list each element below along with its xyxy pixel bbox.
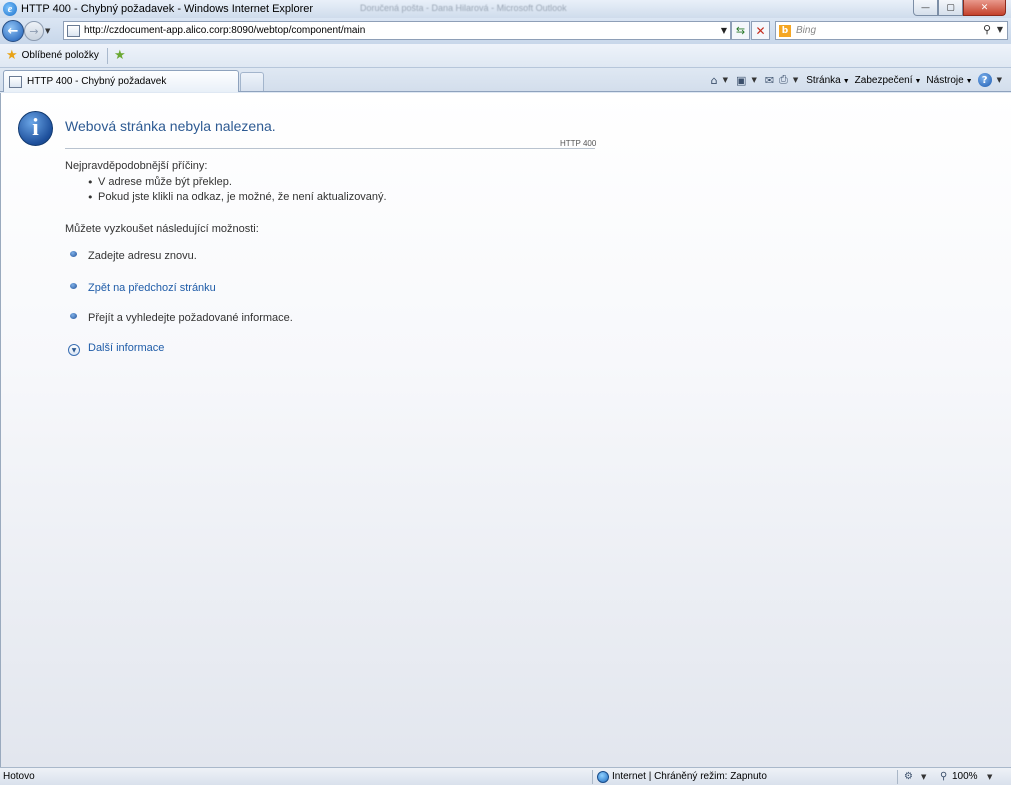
stop-button[interactable]: ✕ bbox=[751, 21, 770, 40]
forward-arrow-icon: → bbox=[29, 24, 39, 38]
favorites-button[interactable]: Oblíbené položky bbox=[22, 50, 99, 61]
internet-explorer-icon: e bbox=[3, 2, 17, 16]
window-controls: — ▢ ✕ bbox=[913, 0, 1006, 16]
title-divider bbox=[65, 148, 595, 149]
back-button[interactable]: ← bbox=[2, 20, 24, 42]
refresh-icon: ⇆ bbox=[735, 24, 746, 37]
refresh-button[interactable]: ⇆ bbox=[731, 21, 750, 40]
status-bar: Hotovo Internet | Chráněný režim: Zapnut… bbox=[0, 767, 1011, 785]
recent-pages-dropdown-icon[interactable]: ▼ bbox=[45, 27, 50, 35]
print-dropdown-icon[interactable]: ▼ bbox=[793, 76, 798, 84]
address-bar[interactable]: http://czdocument-app.alico.corp:8090/we… bbox=[63, 21, 731, 40]
feeds-dropdown-icon[interactable]: ▼ bbox=[751, 76, 756, 84]
mail-icon[interactable]: ✉ bbox=[765, 74, 774, 87]
tab-row: HTTP 400 - Chybný požadavek ⌂ ▼ ▣ ▼ ✉ ⎙ … bbox=[0, 68, 1011, 92]
tools-menu[interactable]: Nástroje ▼ bbox=[926, 75, 972, 86]
help-icon[interactable]: ? bbox=[977, 73, 992, 87]
status-text: Hotovo bbox=[3, 771, 35, 782]
bullet-dot-icon bbox=[70, 251, 77, 257]
address-input[interactable]: http://czdocument-app.alico.corp:8090/we… bbox=[84, 25, 365, 36]
new-tab-button[interactable] bbox=[240, 72, 264, 91]
tab-label: HTTP 400 - Chybný požadavek bbox=[27, 76, 167, 87]
search-box[interactable]: b Bing ⚲ ▼ bbox=[775, 21, 1008, 40]
rss-feed-icon[interactable]: ▣ bbox=[736, 74, 746, 87]
tab-http-400[interactable]: HTTP 400 - Chybný požadavek bbox=[3, 70, 239, 92]
page-title: Webová stránka nebyla nalezena. bbox=[65, 118, 276, 134]
chevron-down-icon: ▼ bbox=[842, 77, 850, 85]
bullet-icon: • bbox=[87, 176, 94, 189]
information-icon: i bbox=[18, 111, 53, 146]
tools-menu-label: Nástroje bbox=[926, 74, 964, 86]
chevron-down-icon: ▼ bbox=[965, 77, 973, 85]
http-status-code: HTTP 400 bbox=[560, 139, 597, 148]
tab-page-icon bbox=[9, 75, 22, 88]
page-icon bbox=[67, 24, 80, 37]
favorites-bar: ★ Oblíbené položky ★ bbox=[0, 44, 1011, 68]
zoom-dropdown-icon[interactable]: ▼ bbox=[987, 773, 992, 781]
bing-icon: b bbox=[779, 24, 791, 37]
home-icon[interactable]: ⌂ bbox=[711, 74, 718, 87]
forward-button[interactable]: → bbox=[24, 21, 44, 41]
zoom-level[interactable]: 100% bbox=[952, 771, 978, 782]
cause-item: V adrese může být překlep. bbox=[98, 176, 232, 188]
chevron-down-icon: ▼ bbox=[914, 77, 922, 85]
page-menu[interactable]: Stránka ▼ bbox=[806, 75, 849, 86]
stop-icon: ✕ bbox=[755, 23, 766, 38]
more-info-link[interactable]: Další informace bbox=[88, 342, 164, 354]
bullet-dot-icon bbox=[70, 313, 77, 319]
status-divider bbox=[592, 770, 593, 784]
page-content: i Webová stránka nebyla nalezena. HTTP 4… bbox=[0, 93, 1011, 767]
close-button[interactable]: ✕ bbox=[963, 0, 1006, 16]
status-divider bbox=[897, 770, 898, 784]
favorites-star-icon[interactable]: ★ bbox=[6, 48, 18, 63]
go-back-link[interactable]: Zpět na předchozí stránku bbox=[88, 282, 216, 294]
page-menu-label: Stránka bbox=[806, 74, 841, 86]
home-dropdown-icon[interactable]: ▼ bbox=[723, 76, 728, 84]
favorites-divider bbox=[106, 47, 108, 64]
search-input[interactable]: Bing bbox=[796, 25, 816, 36]
maximize-button[interactable]: ▢ bbox=[938, 0, 963, 16]
back-arrow-icon: ← bbox=[7, 23, 19, 39]
popup-dropdown-icon[interactable]: ▼ bbox=[921, 773, 926, 781]
option-search: Přejít a vyhledejte požadované informace… bbox=[88, 312, 293, 324]
background-window-title: Doručená pošta - Dana Hilarová - Microso… bbox=[360, 3, 567, 13]
search-icon[interactable]: ⚲ bbox=[983, 23, 991, 36]
window-title: HTTP 400 - Chybný požadavek - Windows In… bbox=[21, 3, 314, 15]
bullet-icon: • bbox=[87, 191, 94, 204]
help-dropdown-icon[interactable]: ▼ bbox=[997, 76, 1002, 84]
title-bar: e HTTP 400 - Chybný požadavek - Windows … bbox=[0, 0, 1011, 18]
safety-menu-label: Zabezpečení bbox=[854, 74, 913, 86]
causes-heading: Nejpravděpodobnější příčiny: bbox=[65, 160, 208, 172]
globe-icon bbox=[597, 771, 609, 783]
popup-blocker-icon[interactable]: ⚙ bbox=[904, 771, 913, 782]
minimize-button[interactable]: — bbox=[913, 0, 938, 16]
address-row: ← → ▼ http://czdocument-app.alico.corp:8… bbox=[0, 18, 1011, 44]
security-zone[interactable]: Internet | Chráněný režim: Zapnuto bbox=[612, 771, 767, 782]
address-dropdown-icon[interactable]: ▼ bbox=[721, 26, 727, 35]
zoom-icon[interactable]: ⚲ bbox=[940, 771, 947, 782]
safety-menu[interactable]: Zabezpečení ▼ bbox=[855, 75, 922, 86]
search-dropdown-icon[interactable]: ▼ bbox=[997, 25, 1003, 34]
print-icon[interactable]: ⎙ bbox=[779, 73, 788, 87]
cause-item: Pokud jste klikli na odkaz, je možné, že… bbox=[98, 191, 387, 203]
options-heading: Můžete vyzkoušet následující možnosti: bbox=[65, 223, 259, 235]
option-retype-address: Zadejte adresu znovu. bbox=[88, 250, 197, 262]
bullet-dot-icon bbox=[70, 283, 77, 289]
command-bar: ⌂ ▼ ▣ ▼ ✉ ⎙ ▼ Stránka ▼ Zabezpečení ▼ Nást… bbox=[711, 71, 1005, 89]
expand-chevron-icon[interactable]: ▼ bbox=[68, 344, 80, 356]
add-to-favorites-bar-icon[interactable]: ★ bbox=[114, 48, 126, 63]
